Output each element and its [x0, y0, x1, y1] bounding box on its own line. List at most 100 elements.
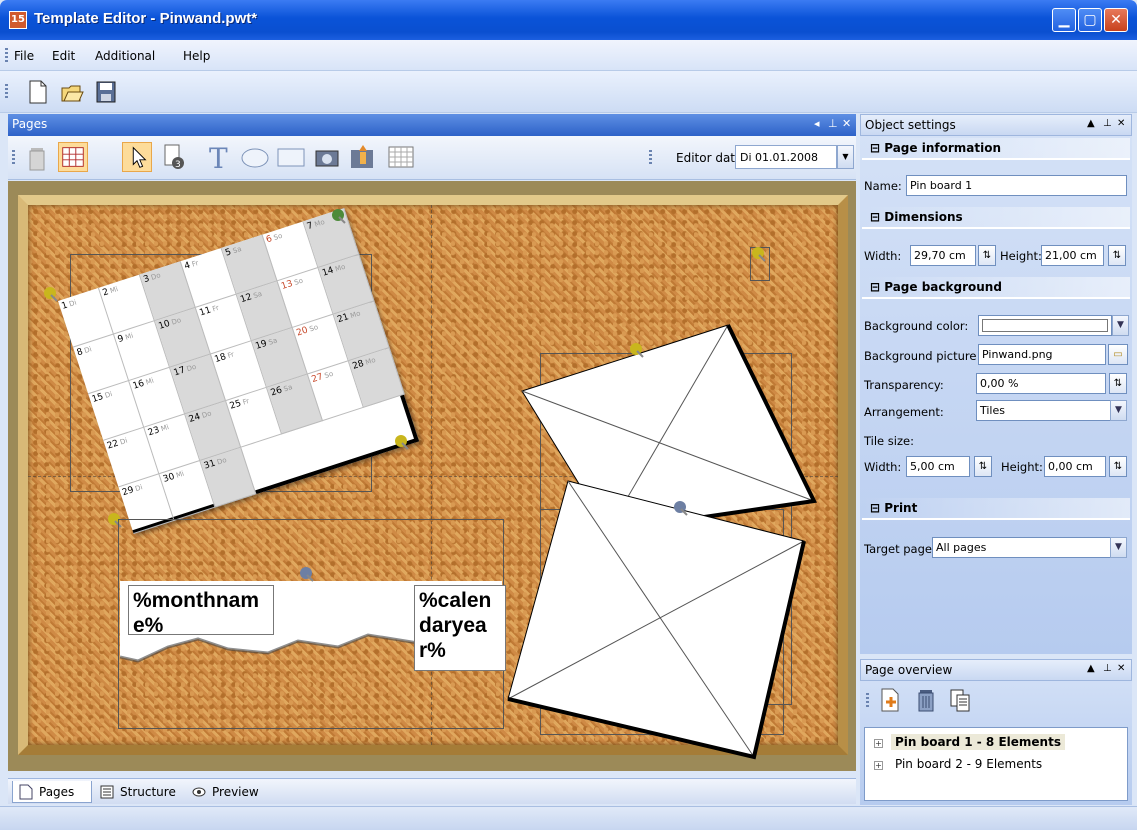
calendar-day-number: 19: [254, 338, 269, 352]
pages-panel-pin[interactable]: ⊥: [828, 117, 838, 130]
editor-date-dropdown[interactable]: ▼: [837, 145, 854, 169]
bg-color-swatch[interactable]: [982, 319, 1108, 332]
pages-panel-header: Pages ◂ ⊥ ✕: [8, 114, 856, 136]
section-print[interactable]: ⊟ Print: [862, 498, 1130, 520]
section-dimensions[interactable]: ⊟ Dimensions: [862, 207, 1130, 229]
bg-color-dropdown[interactable]: ▼: [1112, 315, 1129, 336]
pages-panel-pin-left[interactable]: ◂: [814, 117, 820, 130]
calendar-day-number: 17: [172, 365, 187, 379]
expand-icon[interactable]: +: [874, 739, 883, 748]
new-document-icon[interactable]: [26, 79, 50, 105]
transparency-stepper[interactable]: ⇅: [1109, 373, 1127, 394]
maximize-button[interactable]: ▢: [1078, 8, 1102, 32]
svg-text:3: 3: [175, 160, 181, 170]
calendar-weekday: Di: [103, 390, 114, 400]
target-page-dropdown[interactable]: ▼: [1110, 537, 1127, 558]
minimize-button[interactable]: ▁: [1052, 8, 1076, 32]
page-canvas[interactable]: 1Di 2Mi 3Do 4Fr 5Sa 6So 7Mo 8Di 9Mi 10Do 11Fr 12Sa 1…: [8, 181, 856, 771]
calendar-weekday: Fr: [226, 350, 236, 361]
calendar-weekday: Mo: [334, 262, 347, 274]
delete-page-icon[interactable]: [914, 687, 938, 713]
tab-preview-label: Preview: [212, 785, 259, 799]
calendar-day-number: 7: [305, 220, 315, 233]
calendar-day-number: 18: [213, 352, 228, 366]
table-tool-icon[interactable]: [386, 142, 416, 172]
calendar-weekday: Sa: [267, 336, 279, 347]
tab-pages[interactable]: Pages: [12, 781, 92, 803]
menu-help[interactable]: Help: [183, 49, 210, 63]
editor-date-field[interactable]: Di 01.01.2008: [735, 145, 837, 169]
calendar-year-placeholder[interactable]: %calendaryear%: [414, 585, 506, 671]
tile-width-stepper[interactable]: ⇅: [974, 456, 992, 477]
tile-width-field[interactable]: 5,00 cm: [906, 456, 970, 477]
calendar-weekday: So: [293, 276, 305, 287]
tile-height-field[interactable]: 0,00 cm: [1044, 456, 1106, 477]
chevron-down-icon: ▼: [1117, 320, 1124, 330]
menu-edit[interactable]: Edit: [52, 49, 75, 63]
add-page-icon[interactable]: [878, 687, 902, 713]
window-title: Template Editor - Pinwand.pwt*: [34, 10, 258, 27]
copy-page-icon[interactable]: [948, 687, 972, 713]
save-icon[interactable]: [94, 79, 118, 105]
title-bar[interactable]: 15 Template Editor - Pinwand.pwt* ▁ ▢ ✕: [0, 0, 1137, 40]
rectangle-tool-icon[interactable]: [276, 142, 306, 172]
collapse-icon[interactable]: ▲: [1087, 663, 1095, 674]
pages-panel-close[interactable]: ✕: [842, 117, 851, 130]
clipart-tool-icon[interactable]: [348, 142, 378, 172]
name-label: Name:: [864, 179, 902, 193]
calendar-tool-icon[interactable]: 3: [158, 142, 188, 172]
close-icon[interactable]: ✕: [1117, 118, 1125, 129]
close-button[interactable]: ✕: [1104, 8, 1128, 32]
width-field[interactable]: 29,70 cm: [910, 245, 976, 266]
transparency-field[interactable]: 0,00 %: [976, 373, 1106, 394]
calendar-day-number: 27: [310, 372, 325, 386]
height-field[interactable]: 21,00 cm: [1041, 245, 1104, 266]
calendar-day-number: 13: [280, 278, 295, 292]
width-stepper[interactable]: ⇅: [978, 245, 996, 266]
expand-icon[interactable]: +: [874, 761, 883, 770]
delete-icon[interactable]: [22, 142, 52, 172]
pin-icon[interactable]: ⊥: [1103, 663, 1112, 674]
open-folder-icon[interactable]: [60, 79, 84, 105]
arrangement-select[interactable]: Tiles: [976, 400, 1111, 421]
menu-additional[interactable]: Additional: [95, 49, 155, 63]
tab-pages-label: Pages: [39, 785, 75, 799]
arrangement-label: Arrangement:: [864, 405, 944, 419]
photo-tool-icon[interactable]: [312, 142, 342, 172]
ellipse-tool-icon[interactable]: [240, 142, 270, 172]
object-settings-header: Object settings ▲ ⊥ ✕: [860, 114, 1132, 136]
calendar-weekday: Do: [200, 409, 213, 420]
app-window: 15 Template Editor - Pinwand.pwt* ▁ ▢ ✕ …: [0, 0, 1137, 830]
calendar-day-number: 25: [228, 398, 243, 412]
close-icon[interactable]: ✕: [1117, 663, 1125, 674]
section-page-background[interactable]: ⊟ Page background: [862, 277, 1130, 299]
grid-icon[interactable]: [58, 142, 88, 172]
target-page-select[interactable]: All pages: [932, 537, 1112, 558]
calendar-weekday: Mo: [313, 217, 326, 229]
section-page-information[interactable]: ⊟ Page information: [862, 138, 1130, 160]
collapse-section-icon: ⊟: [870, 280, 885, 294]
collapse-icon[interactable]: ▲: [1087, 118, 1095, 129]
tile-height-stepper[interactable]: ⇅: [1109, 456, 1127, 477]
pin-icon[interactable]: ⊥: [1103, 118, 1112, 129]
tab-structure[interactable]: Structure: [94, 781, 186, 803]
tab-preview[interactable]: Preview: [186, 781, 270, 803]
menu-file[interactable]: File: [14, 49, 34, 63]
arrangement-dropdown[interactable]: ▼: [1110, 400, 1127, 421]
select-arrow-icon[interactable]: [122, 142, 152, 172]
photo-placeholder[interactable]: [504, 477, 808, 767]
page-list-item[interactable]: Pin board 2 - 9 Elements: [891, 756, 1046, 772]
calendar-weekday: Do: [170, 316, 183, 327]
page-overview-panel: Page overview ▲ ⊥ ✕ + Pin board 1 - 8 El…: [860, 659, 1132, 805]
month-name-placeholder[interactable]: %monthname%: [128, 585, 274, 637]
text-tool-icon[interactable]: T: [204, 142, 234, 172]
calendar-day-number: 1: [60, 300, 70, 312]
browse-folder-button[interactable]: ▭: [1108, 344, 1128, 365]
maximize-icon: ▢: [1083, 12, 1097, 28]
page-list-item[interactable]: Pin board 1 - 8 Elements: [891, 734, 1065, 750]
height-stepper[interactable]: ⇅: [1108, 245, 1126, 266]
calendar-weekday: Mo: [349, 309, 362, 321]
bg-picture-field[interactable]: Pinwand.png: [978, 344, 1106, 365]
name-field[interactable]: Pin board 1: [906, 175, 1127, 196]
calendar-weekday: So: [272, 231, 284, 243]
